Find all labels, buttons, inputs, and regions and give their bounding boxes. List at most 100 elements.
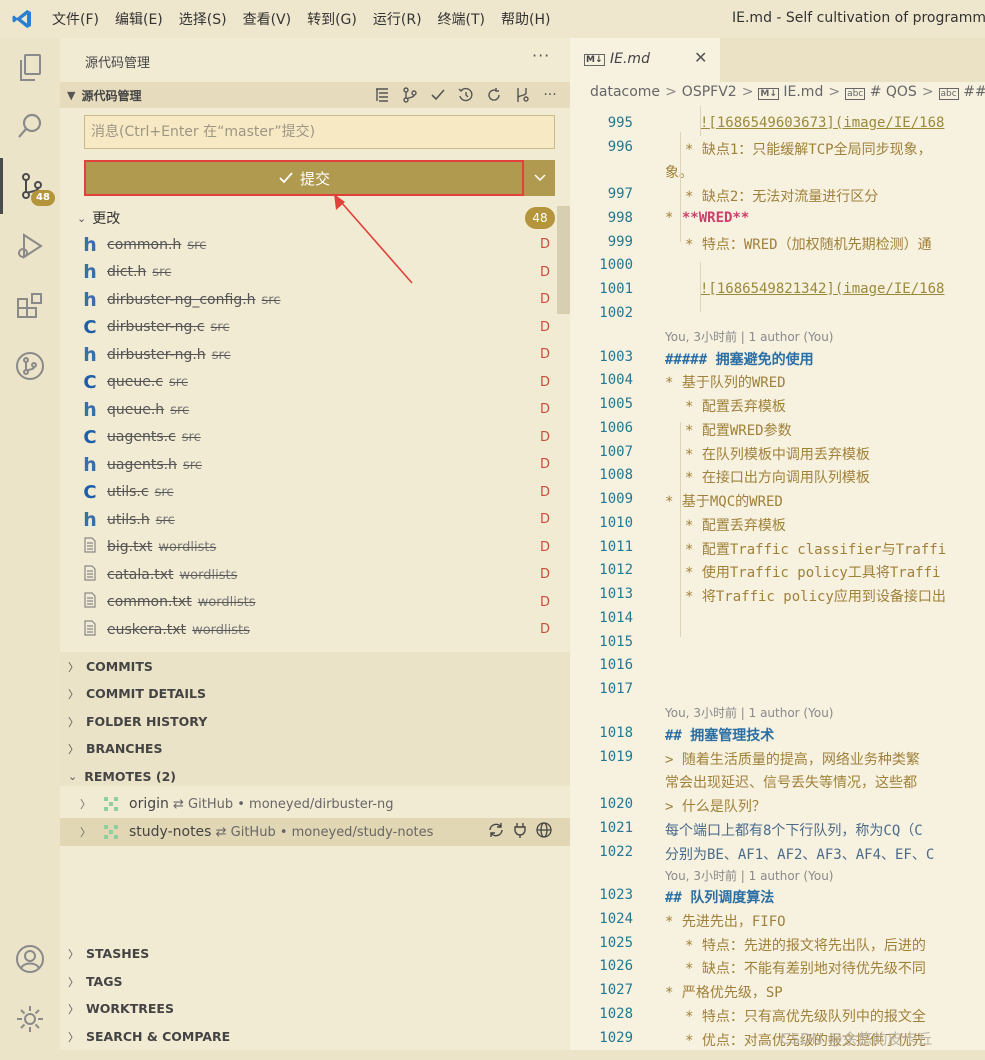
c-file-icon: C: [83, 426, 97, 448]
file-label: queue.c src: [107, 374, 188, 390]
menu-selection[interactable]: 选择(S): [171, 9, 235, 29]
indent-guide: [700, 262, 701, 312]
menu-view[interactable]: 查看(V): [235, 9, 300, 29]
commit-button[interactable]: 提交: [84, 160, 524, 196]
text-file-icon: [82, 564, 98, 585]
search-icon[interactable]: [0, 98, 60, 154]
source-control-icon[interactable]: 48: [0, 158, 60, 214]
changed-file-row[interactable]: Cuagents.c src D: [60, 424, 570, 451]
explorer-icon[interactable]: [0, 40, 60, 96]
changed-file-row[interactable]: h queue.h src D: [60, 396, 570, 423]
graph-icon[interactable]: [512, 85, 532, 105]
git-graph-icon[interactable]: [0, 338, 60, 394]
changed-file-row[interactable]: Cqueue.c src D: [60, 369, 570, 396]
git-blame-annotation[interactable]: You, 3小时前 | 1 author (You): [665, 328, 833, 345]
menu-file[interactable]: 文件(F): [44, 9, 107, 29]
line-number: 1028: [599, 1006, 633, 1022]
section-remotes[interactable]: ⌄ REMOTES (2): [60, 763, 570, 790]
h-file-icon: h: [83, 398, 97, 421]
git-blame-annotation[interactable]: You, 3小时前 | 1 author (You): [665, 704, 833, 721]
text-file-icon: [82, 537, 98, 557]
code-line: * 特点：只有高优先级队列中的报文全: [685, 1009, 926, 1025]
file-status: D: [540, 484, 551, 500]
commit-message-input[interactable]: 消息(Ctrl+Enter 在“master”提交): [84, 115, 555, 149]
section-folder-history[interactable]: 〉 FOLDER HISTORY: [60, 708, 570, 735]
line-number: 1021: [599, 820, 633, 836]
run-debug-icon[interactable]: [0, 218, 60, 274]
file-dir: wordlists: [179, 567, 238, 583]
breadcrumb-item[interactable]: ##: [963, 84, 985, 100]
file-status: D: [540, 292, 551, 307]
code-line: * 先进先出，FIFO: [665, 914, 786, 930]
branch-icon[interactable]: [400, 85, 420, 105]
changed-file-row[interactable]: catala.txt wordlists D: [60, 561, 570, 588]
changed-file-row[interactable]: h utils.h src D: [60, 506, 570, 533]
file-status: D: [540, 237, 551, 252]
line-number: 1026: [599, 958, 633, 974]
plug-icon[interactable]: [512, 822, 528, 842]
remote-study-notes[interactable]: 〉 study-notes ⇄ GitHub • moneyed/study-n…: [60, 818, 570, 846]
breadcrumb-item[interactable]: OSPFV2: [682, 84, 737, 100]
globe-icon[interactable]: [536, 822, 552, 842]
section-stashes[interactable]: 〉 STASHES: [60, 940, 570, 967]
changed-file-row[interactable]: h uagents.h src D: [60, 451, 570, 478]
changes-header[interactable]: ⌄ 更改: [60, 206, 570, 230]
commit-button-group: 提交: [84, 160, 555, 196]
line-number: 1006: [599, 420, 633, 436]
file-name: queue.c: [107, 374, 164, 390]
commit-dropdown-icon[interactable]: [524, 174, 555, 182]
section-tags[interactable]: 〉 TAGS: [60, 968, 570, 995]
section-branches[interactable]: 〉 BRANCHES: [60, 735, 570, 762]
menu-help[interactable]: 帮助(H): [493, 9, 558, 29]
changed-file-row[interactable]: common.txt wordlists D: [60, 589, 570, 616]
breadcrumb-item[interactable]: IE.md: [783, 84, 823, 100]
menu-edit[interactable]: 编辑(E): [107, 9, 171, 29]
extensions-icon[interactable]: [0, 278, 60, 334]
changed-file-row[interactable]: h dict.h src D: [60, 259, 570, 286]
more-actions-icon[interactable]: ···: [532, 46, 550, 65]
source-control-badge: 48: [31, 190, 55, 206]
commit-check-icon[interactable]: [428, 85, 448, 105]
tab-ie-md[interactable]: M↓ IE.md ✕: [570, 38, 720, 82]
menu-run[interactable]: 运行(R): [365, 9, 430, 29]
code-line: * 特点：WRED（加权随机先期检测）通: [685, 237, 932, 253]
code-line: * 特点：先进的报文将先出队，后进的: [685, 938, 926, 954]
more-icon[interactable]: ···: [540, 85, 560, 105]
history-icon[interactable]: [456, 85, 476, 105]
remote-origin[interactable]: 〉 origin ⇄ GitHub • moneyed/dirbuster-ng: [60, 790, 570, 818]
menu-terminal[interactable]: 终端(T): [430, 9, 493, 29]
changed-file-row[interactable]: Cutils.c src D: [60, 479, 570, 506]
file-status: D: [540, 264, 551, 280]
refresh-icon[interactable]: [484, 85, 504, 105]
changed-file-row[interactable]: h dirbuster-ng.h src D: [60, 341, 570, 368]
menu-go[interactable]: 转到(G): [299, 9, 365, 29]
chevron-right-icon: >: [741, 84, 754, 100]
code-line: ![1686549603673](image/IE/168: [700, 115, 945, 131]
section-commit-details[interactable]: 〉 COMMIT DETAILS: [60, 680, 570, 707]
close-icon[interactable]: ✕: [694, 48, 707, 67]
section-search-compare[interactable]: 〉 SEARCH & COMPARE: [60, 1023, 570, 1050]
account-icon[interactable]: [0, 931, 60, 987]
git-blame-annotation[interactable]: You, 3小时前 | 1 author (You): [665, 867, 833, 884]
changed-file-row[interactable]: Cdirbuster-ng.c src D: [60, 314, 570, 341]
scm-section-header[interactable]: ▼ 源代码管理 ···: [60, 82, 570, 108]
code-line: * 缺点2：无法对流量进行区分: [685, 189, 879, 205]
symbol-string-icon: abc: [938, 88, 959, 100]
view-as-tree-icon[interactable]: [372, 85, 392, 105]
text-file-icon: [82, 592, 98, 612]
section-worktrees[interactable]: 〉 WORKTREES: [60, 995, 570, 1022]
changed-file-row[interactable]: big.txt wordlists D: [60, 534, 570, 561]
menu-bar: 文件(F) 编辑(E) 选择(S) 查看(V) 转到(G) 运行(R) 终端(T…: [0, 0, 985, 38]
breadcrumb-item[interactable]: # QOS: [870, 84, 917, 100]
h-file-icon: h: [83, 453, 97, 476]
settings-gear-icon[interactable]: [0, 991, 60, 1047]
sync-icon[interactable]: [488, 822, 504, 842]
changed-file-row[interactable]: h dirbuster-ng_config.h src D: [60, 286, 570, 313]
code-line: * 配置Traffic classifier与Traffi: [685, 542, 947, 558]
line-number: 995: [607, 115, 633, 131]
breadcrumb-item[interactable]: datacome: [590, 84, 660, 100]
changed-file-row[interactable]: euskera.txt wordlists D: [60, 616, 570, 643]
changed-file-row[interactable]: h common.h src D: [60, 231, 570, 258]
file-status: D: [540, 429, 551, 445]
section-commits[interactable]: 〉 COMMITS: [60, 653, 570, 680]
